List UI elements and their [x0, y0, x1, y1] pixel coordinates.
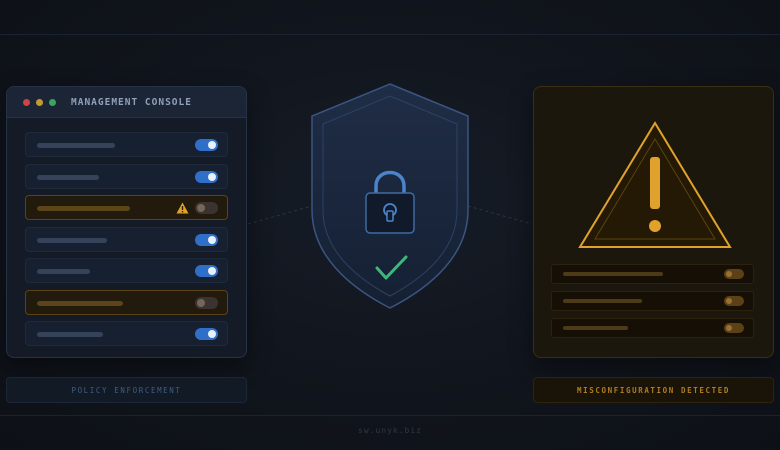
- close-window-dot[interactable]: [23, 98, 30, 106]
- toggle-knob: [197, 298, 205, 307]
- policy-toggle[interactable]: [195, 233, 218, 246]
- toggle-knob: [726, 325, 732, 331]
- policy-label-placeholder: [37, 143, 115, 148]
- policy-toggle[interactable]: [195, 296, 218, 309]
- policy-label-placeholder: [37, 174, 99, 180]
- bottom-divider: [0, 415, 780, 416]
- policy-toggle[interactable]: [195, 328, 218, 340]
- warning-triangle-icon: [578, 121, 732, 248]
- alert-settings-list: [551, 264, 754, 345]
- minimize-window-dot[interactable]: [36, 98, 43, 106]
- policy-toggle[interactable]: [195, 265, 218, 277]
- policy-label-placeholder: [37, 269, 90, 274]
- policy-label-placeholder: [37, 332, 103, 337]
- warning-icon: [176, 202, 189, 214]
- setting-label-placeholder: [563, 272, 663, 276]
- policy-enforcement-caption: POLICY ENFORCEMENT: [6, 377, 247, 403]
- console-title-bar: MANAGEMENT CONSOLE: [7, 87, 246, 118]
- toggle-knob: [208, 267, 216, 275]
- toggle-knob: [208, 330, 216, 338]
- security-shield: [311, 83, 469, 309]
- policy-row[interactable]: [25, 258, 228, 283]
- policy-row[interactable]: [25, 226, 228, 252]
- footer-watermark: sw.unyk.biz: [358, 426, 422, 435]
- misconfiguration-caption: MISCONFIGURATION DETECTED: [533, 377, 774, 403]
- policy-row[interactable]: [25, 163, 228, 189]
- setting-toggle[interactable]: [724, 323, 744, 333]
- toggle-knob: [197, 204, 205, 212]
- top-divider: [0, 34, 780, 35]
- alert-setting-row[interactable]: [551, 291, 754, 311]
- policy-row-warning[interactable]: [25, 195, 228, 220]
- policy-list: [25, 132, 228, 353]
- toggle-knob: [208, 235, 216, 244]
- maximize-window-dot[interactable]: [49, 98, 56, 106]
- toggle-knob: [208, 172, 216, 181]
- setting-toggle[interactable]: [724, 296, 744, 306]
- policy-label-placeholder: [37, 206, 130, 211]
- policy-label-placeholder: [37, 300, 123, 306]
- toggle-knob: [208, 141, 216, 149]
- misconfiguration-alert-panel: [533, 86, 774, 358]
- policy-row-warning[interactable]: [25, 289, 228, 315]
- policy-label-placeholder: [37, 237, 107, 243]
- setting-toggle[interactable]: [724, 269, 744, 279]
- alert-setting-row[interactable]: [551, 264, 754, 284]
- policy-toggle[interactable]: [195, 170, 218, 183]
- console-title: MANAGEMENT CONSOLE: [71, 96, 192, 108]
- policy-row[interactable]: [25, 132, 228, 157]
- policy-toggle[interactable]: [195, 139, 218, 151]
- setting-label-placeholder: [563, 299, 642, 303]
- alert-setting-row[interactable]: [551, 318, 754, 338]
- policy-toggle[interactable]: [195, 202, 218, 214]
- toggle-knob: [726, 271, 732, 277]
- setting-label-placeholder: [563, 326, 628, 330]
- policy-row[interactable]: [25, 321, 228, 346]
- toggle-knob: [726, 298, 732, 304]
- management-console-window: MANAGEMENT CONSOLE: [6, 86, 247, 358]
